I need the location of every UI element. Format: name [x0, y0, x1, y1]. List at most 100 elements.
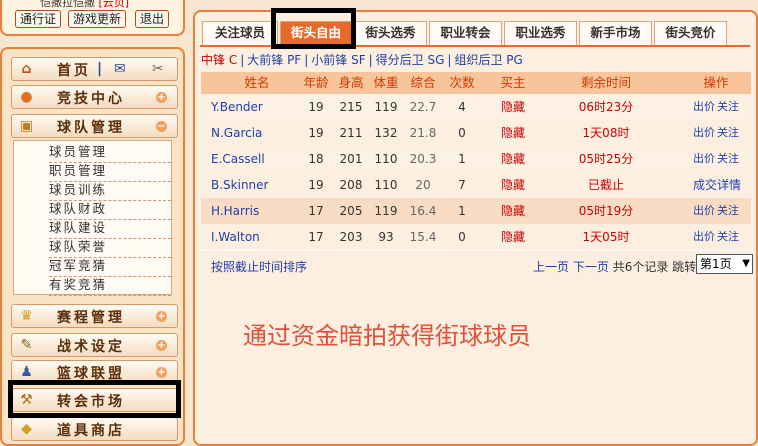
submenu-player-training[interactable]: 球员训练: [49, 181, 171, 201]
follow-link[interactable]: 关注: [717, 224, 739, 250]
bid-count: 1: [458, 204, 466, 218]
highlight-transfer-market: [8, 380, 181, 418]
tools-icon[interactable]: ✂: [152, 61, 164, 77]
player-weight: 119: [374, 100, 398, 114]
player-name[interactable]: E.Cassell: [211, 146, 291, 172]
player-overall: 21.8: [409, 126, 437, 140]
page-select-value: 第1页: [700, 257, 732, 271]
team-submenu: 球员管理 职员管理 球员训练 球队财政 球队建设 球队荣誉 冠军竞猜 有奖竞猜: [13, 140, 172, 296]
sidebar-item-team[interactable]: ▣ 球队管理 −: [11, 114, 178, 138]
bid-link[interactable]: 出价: [693, 198, 715, 224]
logout-button[interactable]: 退出: [135, 10, 170, 28]
follow-link[interactable]: 关注: [717, 146, 739, 172]
player-height: 215: [339, 100, 363, 114]
player-weight: 93: [378, 230, 394, 244]
expand-icon[interactable]: +: [156, 367, 167, 378]
bid-link[interactable]: 出价: [693, 146, 715, 172]
column-header-height: 身高: [338, 75, 364, 90]
follow-link[interactable]: 关注: [717, 94, 739, 120]
tab-followed-players[interactable]: 关注球员: [202, 21, 278, 45]
passport-button[interactable]: 通行证: [15, 10, 62, 28]
main-panel: 关注球员 街头自由 街头选秀 职业转会 职业选秀 新手市场 街头竞价 中锋 C |…: [193, 8, 758, 446]
page-select[interactable]: 第1页 ▼: [696, 254, 753, 274]
sidebar-item-arena[interactable]: ● 竞技中心 +: [11, 85, 178, 109]
sidebar-item-label: 球队管理: [57, 120, 125, 136]
sidebar-item-label: 竞技中心: [57, 91, 125, 107]
player-name[interactable]: Y.Bender: [211, 94, 291, 120]
mail-icon[interactable]: ✉: [114, 61, 126, 77]
tab-street-draft[interactable]: 街头选秀: [354, 21, 427, 45]
player-overall: 16.4: [409, 204, 437, 218]
table-header: 姓名 年龄 身高 体重 综合 次数 买主 剩余时间 操作: [201, 72, 751, 94]
shirt-icon: ▣: [20, 118, 37, 134]
player-name[interactable]: B.Skinner: [211, 172, 291, 198]
sidebar-item-item-shop[interactable]: ◆ 道具商店: [11, 417, 178, 441]
bid-link[interactable]: 出价: [693, 94, 715, 120]
sidebar-item-label: 赛程管理: [57, 310, 125, 326]
next-page-link[interactable]: 下一页: [573, 260, 609, 274]
game-update-button[interactable]: 游戏更新: [68, 10, 127, 28]
buyer: 隐藏: [500, 152, 525, 166]
sort-by-deadline-link[interactable]: 按照截止时间排序: [211, 258, 307, 275]
filter-shooting-guard[interactable]: 得分后卫 SG: [376, 53, 445, 67]
tab-pro-transfer[interactable]: 职业转会: [429, 21, 502, 45]
tab-pro-draft[interactable]: 职业选秀: [504, 21, 577, 45]
table-row: H.Harris 17 205 119 16.4 1 隐藏 05时19分 出价 …: [201, 198, 751, 225]
player-overall: 22.7: [409, 100, 437, 114]
deal-details-link[interactable]: 成交详情: [691, 172, 743, 198]
home-icon: ⌂: [21, 61, 35, 77]
table-row: B.Skinner 19 208 110 20 7 隐藏 已截止 成交详情: [201, 172, 751, 199]
player-name[interactable]: N.Garcia: [211, 120, 291, 146]
filter-power-forward[interactable]: 大前锋 PF: [247, 53, 301, 67]
filter-center[interactable]: 中锋 C: [201, 53, 237, 67]
submenu-player-management[interactable]: 球员管理: [49, 143, 171, 163]
collapse-icon[interactable]: −: [156, 121, 167, 132]
follow-link[interactable]: 关注: [717, 120, 739, 146]
remaining-time: 05时19分: [578, 204, 634, 218]
submenu-champion-guess[interactable]: 冠军竞猜: [49, 257, 171, 277]
sidebar-item-tactics[interactable]: ✎ 战术设定 +: [11, 333, 178, 357]
bid-count: 0: [458, 230, 466, 244]
tab-rookie-market[interactable]: 新手市场: [579, 21, 652, 45]
league-icon: ♟: [20, 364, 36, 380]
follow-link[interactable]: 关注: [717, 198, 739, 224]
player-age: 17: [308, 230, 324, 244]
remaining-time: 1天08时: [582, 126, 630, 140]
submenu-prize-guess[interactable]: 有奖竞猜: [49, 276, 171, 296]
tab-street-bidding[interactable]: 街头竞价: [654, 21, 727, 45]
sidebar-item-label: 首页: [57, 63, 91, 79]
filter-small-forward[interactable]: 小前锋 SF: [311, 53, 365, 67]
player-height: 201: [339, 152, 363, 166]
player-weight: 110: [374, 178, 398, 192]
column-header-age: 年龄: [303, 75, 329, 90]
basketball-icon: ●: [20, 89, 36, 105]
expand-icon[interactable]: +: [156, 311, 167, 322]
submenu-team-building[interactable]: 球队建设: [49, 219, 171, 239]
expand-icon[interactable]: +: [156, 92, 167, 103]
player-height: 205: [339, 204, 363, 218]
submenu-team-finance[interactable]: 球队财政: [49, 200, 171, 220]
column-header-weight: 体重: [373, 75, 399, 90]
bid-link[interactable]: 出价: [693, 224, 715, 250]
player-age: 19: [308, 126, 324, 140]
account-name: 恺撒拉恺撒: [40, 0, 95, 9]
sidebar-item-schedule[interactable]: ♛ 赛程管理 +: [11, 304, 178, 328]
sidebar-item-home[interactable]: ⌂ 首页 | ✉ ✂: [11, 57, 178, 81]
remaining-time: 06时23分: [578, 100, 634, 114]
bid-link[interactable]: 出价: [693, 120, 715, 146]
player-age: 18: [308, 152, 324, 166]
expand-icon[interactable]: +: [156, 340, 167, 351]
prev-page-link[interactable]: 上一页: [533, 260, 569, 274]
submenu-team-honors[interactable]: 球队荣誉: [49, 238, 171, 258]
column-header-remaining-time: 剩余时间: [580, 75, 631, 90]
player-name[interactable]: I.Walton: [211, 224, 291, 250]
player-name[interactable]: H.Harris: [211, 198, 291, 224]
remaining-time: 1天05时: [582, 230, 630, 244]
submenu-staff-management[interactable]: 职员管理: [49, 162, 171, 182]
table-row: N.Garcia 19 211 132 21.8 0 隐藏 1天08时 出价 关…: [201, 120, 751, 147]
jump-label: 跳转: [672, 260, 697, 274]
account-box: 恺撒拉恺撒 [云页] 通行证 游戏更新 退出: [0, 0, 185, 36]
filter-point-guard[interactable]: 组织后卫 PG: [454, 53, 522, 67]
sidebar-item-label: 战术设定: [57, 339, 125, 355]
shop-icon: ◆: [21, 421, 35, 437]
